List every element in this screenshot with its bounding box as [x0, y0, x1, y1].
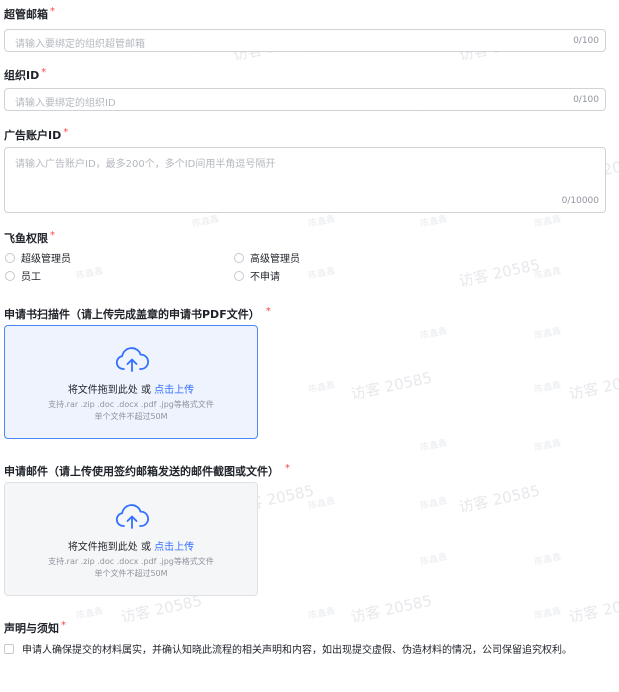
watermark-small: 陈鑫鑫: [419, 214, 449, 230]
click-upload-link[interactable]: 点击上传: [154, 385, 194, 396]
watermark-small: 陈鑫鑫: [307, 380, 337, 396]
org-id-input[interactable]: 请输入要绑定的组织ID 0/100: [4, 88, 606, 111]
watermark-small: 陈鑫鑫: [533, 438, 563, 454]
radio-not-apply[interactable]: 不申请: [234, 268, 280, 283]
ad-account-textarea[interactable]: 请输入广告账户ID，最多200个，多个ID间用半角逗号隔开 0/10000: [4, 147, 606, 213]
dropzone-hint-formats: 支持.rar .zip .doc .docx .pdf .jpg等格式文件: [48, 557, 214, 566]
click-upload-link[interactable]: 点击上传: [154, 542, 194, 553]
watermark-small: 陈鑫鑫: [533, 326, 563, 342]
feiyu-permission-label: 飞鱼权限 *: [4, 230, 55, 245]
required-mark: *: [61, 620, 66, 631]
watermark-small: 陈鑫鑫: [419, 438, 449, 454]
watermark-small: 陈鑫鑫: [307, 496, 337, 512]
required-mark: *: [41, 67, 47, 78]
watermark-small: 陈鑫鑫: [533, 606, 563, 622]
watermark-small: 陈鑫鑫: [533, 214, 563, 230]
dropzone-text: 将文件拖到此处 或 点击上传: [67, 385, 195, 396]
watermark-small: 陈鑫鑫: [307, 266, 337, 282]
declaration-checkbox[interactable]: 申请人确保提交的材料属实，并确认知晓此流程的相关声明和内容，如出现提交虚假、伪造…: [4, 641, 572, 656]
application-email-dropzone[interactable]: 将文件拖到此处 或 点击上传 支持.rar .zip .doc .docx .p…: [4, 482, 258, 596]
watermark-small: 陈鑫鑫: [533, 380, 563, 396]
radio-senior-admin[interactable]: 高级管理员: [234, 250, 300, 265]
watermark-small: 陈鑫鑫: [307, 606, 337, 622]
watermark: 访客 20585: [567, 368, 619, 404]
declaration-text: 申请人确保提交的材料属实，并确认知晓此流程的相关声明和内容，如出现提交虚假、伪造…: [22, 645, 572, 656]
required-mark: *: [285, 463, 290, 474]
ad-account-label: 广告账户ID *: [4, 127, 69, 142]
radio-employee[interactable]: 员工: [5, 268, 41, 283]
required-mark: *: [265, 306, 271, 317]
watermark: 访客 20585: [349, 591, 434, 627]
application-scan-label: 申请书扫描件（请上传完成盖章的申请书PDF文件） *: [4, 306, 271, 321]
admin-email-placeholder: 请输入要绑定的组织超管邮箱: [15, 39, 145, 50]
ad-account-placeholder: 请输入广告账户ID，最多200个，多个ID间用半角逗号隔开: [15, 159, 276, 170]
org-id-placeholder: 请输入要绑定的组织ID: [15, 98, 116, 109]
admin-email-label: 超管邮箱 *: [4, 6, 55, 21]
declaration-label: 声明与须知 *: [4, 620, 66, 635]
dropzone-hint-formats: 支持.rar .zip .doc .docx .pdf .jpg等格式文件: [48, 400, 214, 409]
required-mark: *: [63, 127, 69, 138]
dropzone-text: 将文件拖到此处 或 点击上传: [67, 542, 195, 553]
ad-account-counter: 0/10000: [561, 196, 599, 206]
watermark-small: 陈鑫鑫: [191, 214, 221, 230]
cloud-upload-icon: [115, 347, 149, 372]
required-mark: *: [50, 6, 55, 17]
radio-circle-icon: [234, 252, 244, 263]
required-mark: *: [50, 230, 55, 241]
dropzone-hint-size: 单个文件不超过50M: [94, 569, 168, 578]
watermark: 访客 20585: [457, 481, 542, 517]
application-scan-dropzone[interactable]: 将文件拖到此处 或 点击上传 支持.rar .zip .doc .docx .p…: [4, 325, 258, 439]
radio-circle-icon: [5, 270, 15, 281]
watermark-small: 陈鑫鑫: [307, 214, 337, 230]
watermark: 访客 20585: [567, 591, 619, 627]
radio-circle-icon: [5, 252, 15, 263]
application-email-label: 申请邮件（请上传使用签约邮箱发送的邮件截图或文件） *: [4, 463, 290, 478]
watermark-small: 陈鑫鑫: [75, 266, 105, 282]
radio-circle-icon: [234, 270, 244, 281]
watermark-small: 陈鑫鑫: [533, 552, 563, 568]
checkbox-icon: [4, 643, 14, 654]
watermark-small: 陈鑫鑫: [419, 552, 449, 568]
radio-super-admin[interactable]: 超级管理员: [5, 250, 71, 265]
watermark-small: 陈鑫鑫: [533, 266, 563, 282]
org-id-counter: 0/100: [573, 95, 599, 105]
cloud-upload-icon: [115, 504, 149, 529]
watermark-small: 陈鑫鑫: [419, 496, 449, 512]
admin-email-counter: 0/100: [573, 36, 599, 46]
watermark-small: 陈鑫鑫: [75, 606, 105, 622]
watermark: 访客 20585: [457, 255, 542, 291]
dropzone-hint-size: 单个文件不超过50M: [94, 412, 168, 421]
org-id-label: 组织ID *: [4, 67, 47, 82]
watermark: 访客 20585: [349, 368, 434, 404]
admin-email-input[interactable]: 请输入要绑定的组织超管邮箱 0/100: [4, 29, 606, 52]
watermark-small: 陈鑫鑫: [419, 326, 449, 342]
